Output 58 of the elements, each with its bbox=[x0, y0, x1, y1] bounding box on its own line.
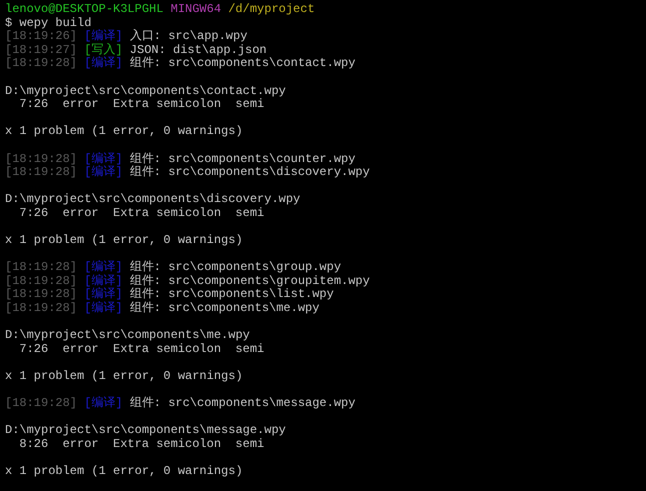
error-message: Extra semicolon bbox=[113, 206, 222, 220]
log-tag: [编译] bbox=[84, 152, 123, 166]
prompt-system: MINGW64 bbox=[170, 3, 222, 17]
log-tag: [编译] bbox=[84, 166, 123, 180]
error-rule: semi bbox=[235, 438, 264, 452]
error-position: 7:26 bbox=[19, 98, 48, 112]
file-path: D:\myproject\src\components\message.wpy bbox=[5, 424, 286, 438]
error-severity: error bbox=[62, 438, 99, 452]
log-timestamp: [18:19:28] bbox=[5, 166, 78, 180]
error-rule: semi bbox=[235, 98, 264, 112]
error-severity: error bbox=[62, 206, 99, 220]
log-tag: [编译] bbox=[84, 30, 123, 44]
log-timestamp: [18:19:26] bbox=[5, 30, 78, 44]
error-position: 8:26 bbox=[19, 438, 48, 452]
problem-summary: x 1 problem (1 error, 0 warnings) bbox=[5, 370, 243, 384]
log-tag: [编译] bbox=[84, 288, 123, 302]
log-message: 组件: src\components\group.wpy bbox=[130, 261, 342, 274]
log-message: 组件: src\components\message.wpy bbox=[130, 397, 356, 411]
prompt-user: lenovo@DESKTOP-K3LPGHL bbox=[5, 3, 164, 17]
prompt-path: /d/myproject bbox=[228, 3, 315, 17]
log-tag: [编译] bbox=[84, 57, 123, 71]
file-path: D:\myproject\src\components\me.wpy bbox=[5, 329, 250, 343]
log-tag: [编译] bbox=[84, 397, 123, 411]
log-tag: [编译] bbox=[84, 302, 123, 316]
error-position: 7:26 bbox=[19, 206, 48, 220]
log-message: 组件: src\components\contact.wpy bbox=[130, 57, 356, 71]
log-message: 组件: src\components\discovery.wpy bbox=[130, 166, 370, 180]
log-timestamp: [18:19:28] bbox=[5, 152, 78, 166]
log-message: JSON: dist\app.json bbox=[130, 44, 267, 57]
log-message: 组件: src\components\list.wpy bbox=[130, 288, 334, 302]
log-message: 组件: src\components\counter.wpy bbox=[130, 152, 356, 166]
file-path: D:\myproject\src\components\discovery.wpy bbox=[5, 193, 300, 207]
problem-summary: x 1 problem (1 error, 0 warnings) bbox=[5, 465, 243, 479]
log-message: 入口: src\app.wpy bbox=[130, 30, 248, 44]
error-message: Extra semicolon bbox=[113, 438, 222, 452]
log-timestamp: [18:19:28] bbox=[5, 397, 78, 411]
log-tag: [编译] bbox=[84, 261, 123, 275]
problem-summary: x 1 problem (1 error, 0 warnings) bbox=[5, 234, 243, 248]
log-timestamp: [18:19:28] bbox=[5, 261, 78, 275]
error-message: Extra semicolon bbox=[113, 98, 222, 112]
error-severity: error bbox=[62, 98, 99, 112]
error-rule: semi bbox=[235, 342, 264, 356]
error-position: 7:26 bbox=[19, 342, 48, 356]
error-message: Extra semicolon bbox=[113, 342, 222, 356]
log-message: 组件: src\components\me.wpy bbox=[130, 302, 320, 316]
log-tag: [写入] bbox=[84, 44, 123, 58]
log-message: 组件: src\components\groupitem.wpy bbox=[130, 274, 370, 288]
error-rule: semi bbox=[235, 206, 264, 220]
log-timestamp: [18:19:27] bbox=[5, 44, 78, 57]
error-severity: error bbox=[62, 342, 99, 356]
log-timestamp: [18:19:28] bbox=[5, 288, 78, 302]
file-path: D:\myproject\src\components\contact.wpy bbox=[5, 84, 286, 98]
log-timestamp: [18:19:28] bbox=[5, 302, 78, 316]
problem-summary: x 1 problem (1 error, 0 warnings) bbox=[5, 125, 243, 139]
command-text: $ wepy build bbox=[5, 16, 92, 30]
log-timestamp: [18:19:28] bbox=[5, 57, 78, 71]
log-tag: [编译] bbox=[84, 274, 123, 288]
log-timestamp: [18:19:28] bbox=[5, 274, 78, 288]
